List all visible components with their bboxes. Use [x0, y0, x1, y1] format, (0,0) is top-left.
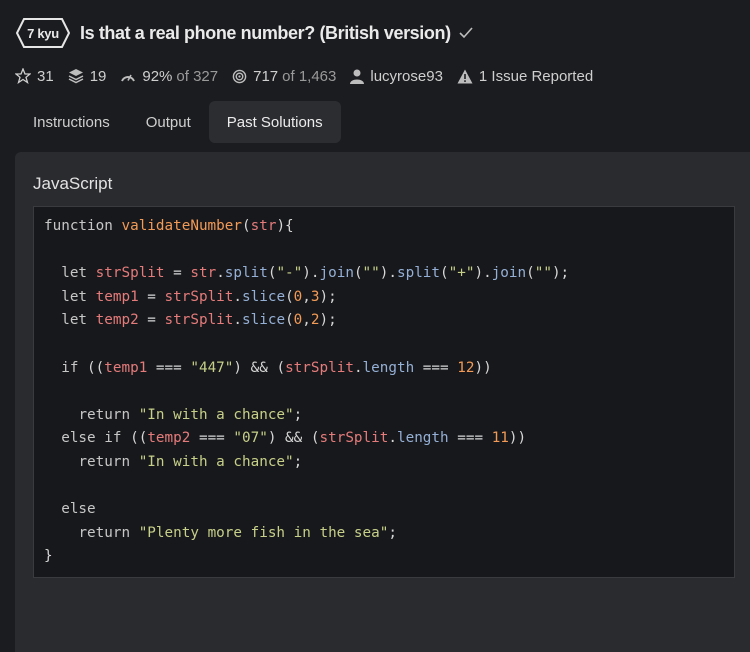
collections-stat[interactable]: 19: [68, 67, 107, 85]
satisfaction-total: of 327: [176, 67, 219, 85]
code-line: let strSplit = str.split("-").join("").s…: [61, 265, 570, 282]
layers-icon: [68, 69, 84, 84]
code-line: else if ((temp2 === "07") && (strSplit.l…: [61, 430, 527, 447]
kata-header: 7 kyu Is that a real phone number? (Brit…: [16, 18, 473, 48]
completed-total: of 1,463: [282, 67, 337, 85]
issues-stat[interactable]: 1 Issue Reported: [457, 68, 593, 85]
user-icon: [350, 69, 365, 84]
code-line: return "In with a chance";: [78, 406, 303, 423]
code-line: }: [44, 548, 53, 565]
completed-count: 717: [253, 67, 279, 85]
target-icon: [232, 69, 247, 83]
stars-stat[interactable]: 31: [15, 68, 54, 85]
issues-label[interactable]: 1 Issue Reported: [479, 68, 593, 85]
code-line: else: [61, 501, 96, 518]
check-icon: [459, 27, 473, 39]
code-line: return "In with a chance";: [78, 453, 303, 470]
author-stat[interactable]: lucyrose93: [350, 68, 443, 85]
author-name[interactable]: lucyrose93: [370, 68, 443, 85]
code-line: let temp2 = strSplit.slice(0,2);: [61, 312, 337, 329]
rank-badge: 7 kyu: [16, 18, 70, 48]
satisfaction-stat: 92% of 327: [120, 68, 218, 85]
rank-label: 7 kyu: [27, 25, 59, 41]
collections-count: 19: [89, 67, 107, 85]
code-line: ​: [44, 239, 569, 263]
code-line: ​: [44, 380, 569, 404]
kata-tabs: Instructions Output Past Solutions: [15, 101, 341, 143]
code-content[interactable]: function validateNumber(str){ ​ let strSp…: [44, 215, 569, 569]
code-line: ​: [44, 333, 569, 357]
warning-icon: [457, 69, 473, 83]
completed-stat: 717 of 1,463: [232, 68, 336, 85]
code-line: if ((temp1 === "447") && (strSplit.lengt…: [61, 359, 492, 376]
tab-past-solutions[interactable]: Past Solutions: [208, 101, 341, 143]
code-line: function validateNumber(str){: [44, 218, 294, 234]
code-line: ​: [44, 475, 569, 499]
tab-instructions[interactable]: Instructions: [15, 101, 128, 143]
satisfaction-pct: 92%: [142, 67, 173, 85]
code-line: let temp1 = strSplit.slice(0,3);: [61, 288, 337, 305]
kata-stats: 31 19 92% of 327 717 of 1,463 lucyrose93: [15, 66, 607, 86]
solution-language: JavaScript: [33, 174, 113, 193]
tab-output[interactable]: Output: [128, 101, 209, 143]
code-block[interactable]: function validateNumber(str){ ​ let strSp…: [33, 206, 735, 578]
star-icon: [15, 68, 31, 84]
code-line: return "Plenty more fish in the sea";: [78, 524, 397, 541]
past-solutions-panel: JavaScript function validateNumber(str){…: [15, 152, 750, 652]
kata-title[interactable]: Is that a real phone number? (British ve…: [80, 23, 451, 44]
stars-count: 31: [37, 67, 54, 85]
gauge-icon: [121, 74, 136, 82]
